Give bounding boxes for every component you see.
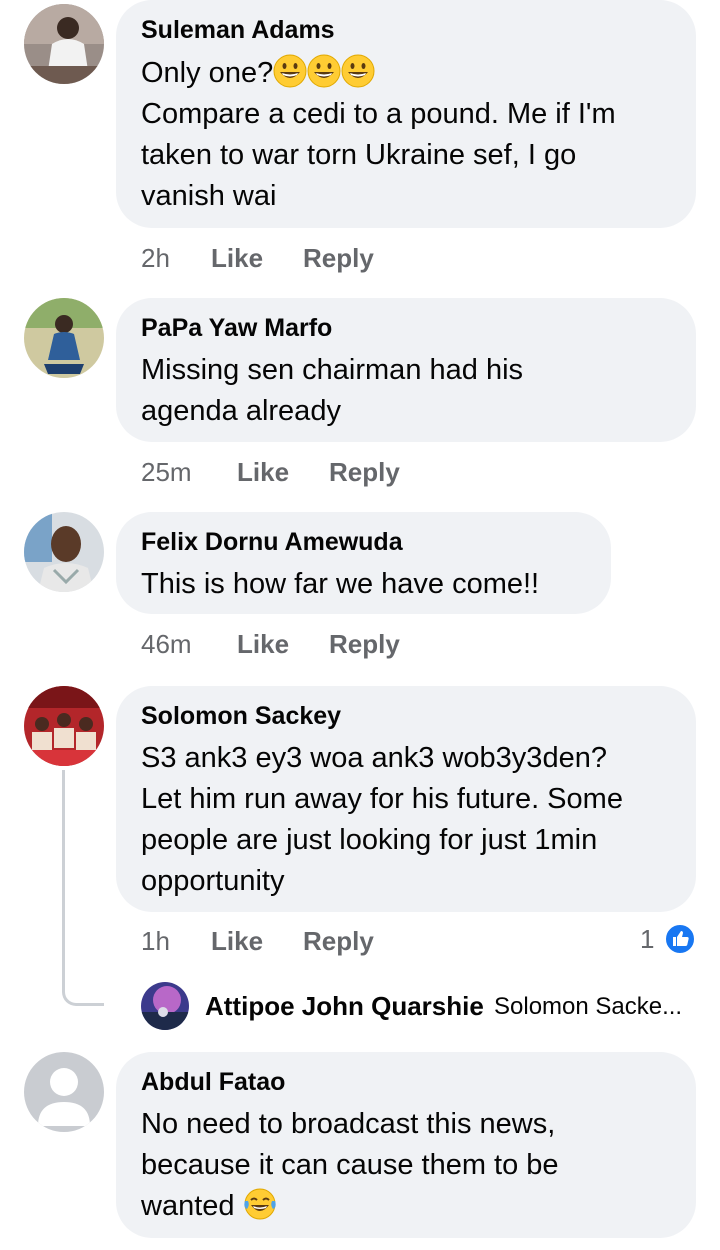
comment-text: Only one? Compare a cedi to a pound. Me i… (141, 53, 671, 217)
comment-bubble: Suleman Adams Only one? Compare a cedi to… (116, 0, 696, 228)
reply-snippet: Solomon Sacke... (494, 993, 683, 1020)
comment-time[interactable]: 1h (141, 925, 170, 957)
comment-text-line: Only one? (141, 57, 274, 89)
like-button[interactable]: Like (211, 242, 263, 274)
comment-author[interactable]: Solomon Sackey (141, 702, 671, 730)
avatar-solomon-sackey[interactable] (24, 686, 104, 766)
comment-text: No need to broadcast this news, because … (141, 1104, 671, 1227)
avatar-suleman-adams[interactable] (24, 4, 104, 84)
comment-bubble: Solomon Sackey S3 ank3 ey3 woa ank3 wob3… (116, 686, 696, 912)
comment-time[interactable]: 2h (141, 242, 170, 274)
comment-author[interactable]: PaPa Yaw Marfo (141, 314, 671, 342)
reply-button[interactable]: Reply (303, 925, 374, 957)
comment-author[interactable]: Felix Dornu Amewuda (141, 528, 586, 556)
comment-time[interactable]: 46m (141, 628, 192, 660)
grinning-face-emoji (341, 54, 375, 88)
reply-thread-line (62, 770, 104, 1006)
avatar-felix-dornu-amewuda[interactable] (24, 512, 104, 592)
comment-text: Missing sen chairman had his agenda alre… (141, 354, 524, 427)
grinning-face-emoji (273, 54, 307, 88)
comment-text: S3 ank3 ey3 woa ank3 wob3y3den? Let him … (141, 742, 623, 897)
comment-author[interactable]: Suleman Adams (141, 16, 671, 44)
grinning-face-emoji (307, 54, 341, 88)
face-with-tears-of-joy-emoji (243, 1188, 276, 1220)
comment-bubble: Felix Dornu Amewuda This is how far we h… (116, 512, 611, 614)
like-button[interactable]: Like (237, 628, 289, 660)
comment-text: This is how far we have come!! (141, 568, 540, 600)
reply-button[interactable]: Reply (329, 628, 400, 660)
comment-bubble: Abdul Fatao No need to broadcast this ne… (116, 1052, 696, 1238)
avatar-attipoe-john-quarshie[interactable] (141, 982, 189, 1030)
comment-bubble: PaPa Yaw Marfo Missing sen chairman had … (116, 298, 696, 442)
comment-text-body: No need to broadcast this news, because … (141, 1108, 559, 1222)
reply-author[interactable]: Attipoe John Quarshie (205, 991, 484, 1022)
comment-text-body: Compare a cedi to a pound. Me if I'm tak… (141, 98, 616, 212)
avatar-papa-yaw-marfo[interactable] (24, 298, 104, 378)
reaction-count[interactable]: 1 (640, 923, 654, 955)
reply-button[interactable]: Reply (303, 242, 374, 274)
like-button[interactable]: Like (237, 456, 289, 488)
reply-button[interactable]: Reply (329, 456, 400, 488)
avatar-abdul-fatao[interactable] (24, 1052, 104, 1132)
like-button[interactable]: Like (211, 925, 263, 957)
thumbs-up-icon[interactable] (664, 923, 696, 955)
comment-author[interactable]: Abdul Fatao (141, 1068, 671, 1096)
comment-time[interactable]: 25m (141, 456, 192, 488)
